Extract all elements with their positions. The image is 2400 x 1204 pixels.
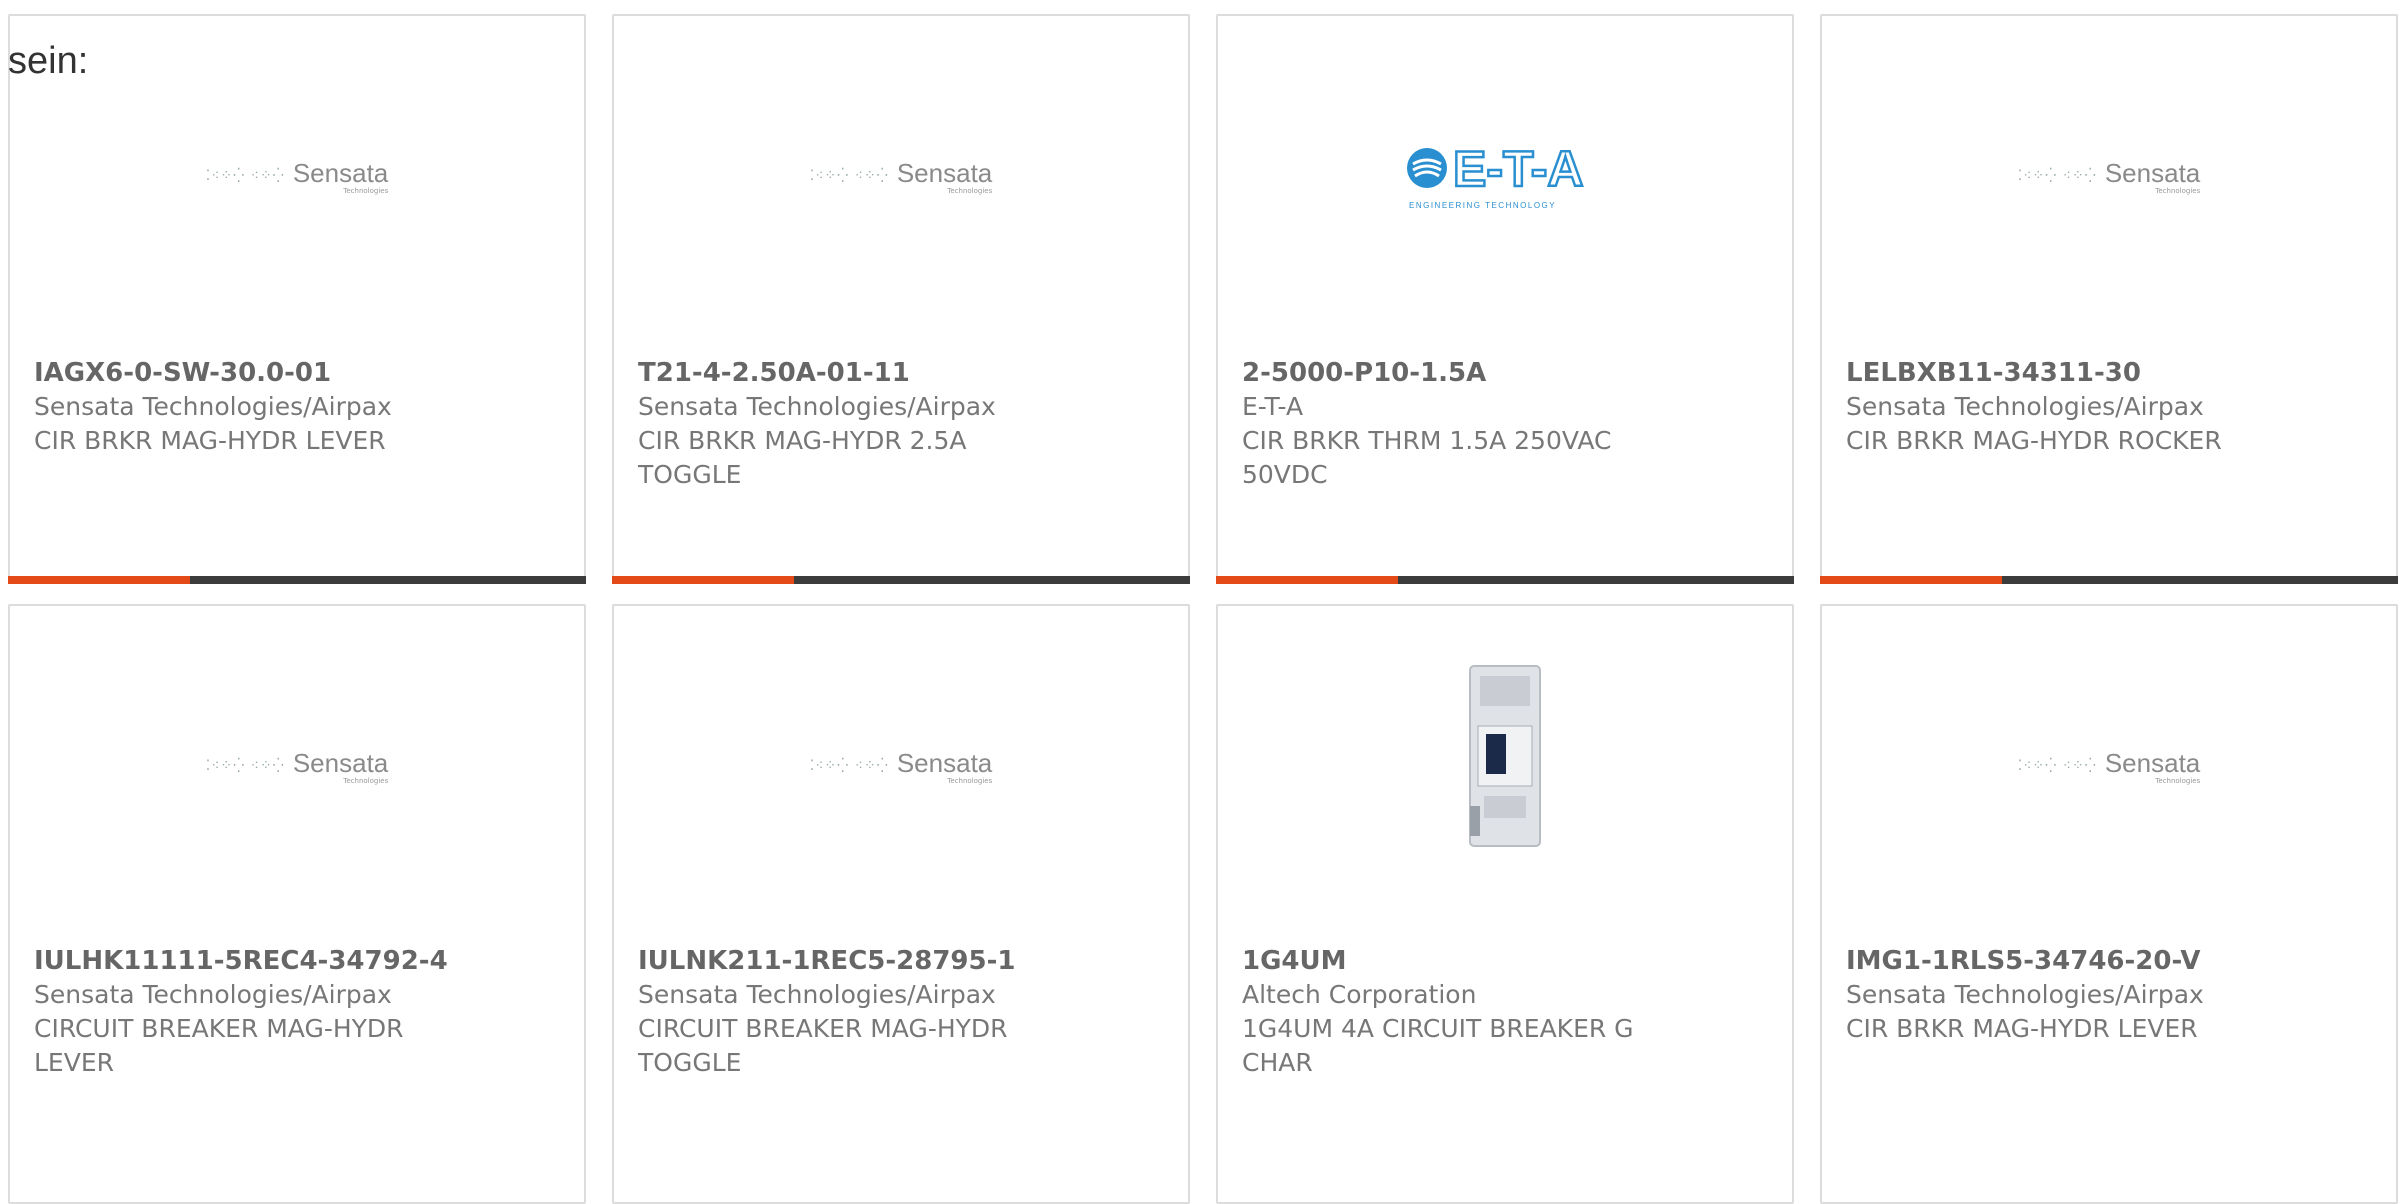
sensata-dots-icon: ⁚⁖⁘⁛ ⁖⁘⁛ [2017,168,2097,184]
part-number[interactable]: 2-5000-P10-1.5A [1242,358,1486,388]
description-line: CIR BRKR THRM 1.5A 250VAC [1242,426,1612,455]
description-line: TOGGLE [638,460,742,489]
description-line: CIR BRKR MAG-HYDR LEVER [1846,1014,2198,1043]
description-line: CHAR [1242,1048,1313,1077]
manufacturer: Altech Corporation [1242,980,1477,1009]
product-card[interactable]: ⁚⁖⁘⁛ ⁖⁘⁛ Sensata Technologies LELBXB11-34… [1820,14,2398,584]
manufacturer: E-T-A [1242,392,1304,421]
product-card[interactable]: ⁚⁖⁘⁛ ⁖⁘⁛ Sensata Technologies IMG1-1RLS5-… [1820,604,2398,1204]
svg-text:E-T-A: E-T-A [1453,141,1584,197]
card-accent-bar [1820,576,2002,584]
sensata-dots-icon: ⁚⁖⁘⁛ ⁖⁘⁛ [205,758,285,774]
card-bottom-bar [1820,576,2398,584]
circuit-breaker-image [1218,606,1792,936]
description-line: CIR BRKR MAG-HYDR LEVER [34,426,386,455]
sensata-logo: ⁚⁖⁘⁛ ⁖⁘⁛ Sensata Technologies [809,157,993,195]
part-number[interactable]: T21-4-2.50A-01-11 [638,358,910,388]
description-line: CIRCUIT BREAKER MAG-HYDR [638,1014,1008,1043]
description-line: 1G4UM 4A CIRCUIT BREAKER G [1242,1014,1634,1043]
manufacturer: Sensata Technologies/Airpax [1846,980,2204,1009]
product-card[interactable]: ⁚⁖⁘⁛ ⁖⁘⁛ Sensata Technologies IAGX6-0-SW-… [8,14,586,584]
description-line: 50VDC [1242,460,1328,489]
part-number[interactable]: LELBXB11-34311-30 [1846,358,2141,388]
eta-logo-icon: E-T-A ENGINEERING TECHNOLOGY [1407,140,1585,210]
sensata-dots-icon: ⁚⁖⁘⁛ ⁖⁘⁛ [2017,758,2097,774]
product-card[interactable]: ⁚⁖⁘⁛ ⁖⁘⁛ Sensata Technologies T21-4-2.50A… [612,14,1190,584]
part-number[interactable]: IAGX6-0-SW-30.0-01 [34,358,331,388]
description-line: LEVER [34,1048,114,1077]
sensata-logo: ⁚⁖⁘⁛ ⁖⁘⁛ Sensata Technologies [2017,747,2201,785]
card-bottom-bar [612,576,1190,584]
svg-text:ENGINEERING TECHNOLOGY: ENGINEERING TECHNOLOGY [1409,201,1556,210]
part-number[interactable]: IULHK11111-5REC4-34792-4 [34,946,448,976]
intro-text: sein: [8,40,89,82]
part-number[interactable]: 1G4UM [1242,946,1347,976]
sensata-dots-icon: ⁚⁖⁘⁛ ⁖⁘⁛ [809,168,889,184]
part-number[interactable]: IULNK211-1REC5-28795-1 [638,946,1016,976]
manufacturer: Sensata Technologies/Airpax [638,980,996,1009]
description-line: CIR BRKR MAG-HYDR ROCKER [1846,426,2222,455]
part-number[interactable]: IMG1-1RLS5-34746-20-V [1846,946,2201,976]
card-accent-bar [612,576,794,584]
product-card[interactable]: E-T-A ENGINEERING TECHNOLOGY 2-5000-P10-… [1216,14,1794,584]
manufacturer: Sensata Technologies/Airpax [638,392,996,421]
sensata-dots-icon: ⁚⁖⁘⁛ ⁖⁘⁛ [809,758,889,774]
card-accent-bar [8,576,190,584]
sensata-logo: ⁚⁖⁘⁛ ⁖⁘⁛ Sensata Technologies [2017,157,2201,195]
product-card[interactable]: ⁚⁖⁘⁛ ⁖⁘⁛ Sensata Technologies IULNK211-1R… [612,604,1190,1204]
card-bottom-bar [8,576,586,584]
sensata-logo: ⁚⁖⁘⁛ ⁖⁘⁛ Sensata Technologies [205,747,389,785]
circuit-breaker-icon [1469,665,1541,847]
description-line: CIR BRKR MAG-HYDR 2.5A [638,426,967,455]
manufacturer: Sensata Technologies/Airpax [34,980,392,1009]
eta-logo: E-T-A ENGINEERING TECHNOLOGY [1218,16,1792,346]
sensata-dots-icon: ⁚⁖⁘⁛ ⁖⁘⁛ [205,168,285,184]
description-line: CIRCUIT BREAKER MAG-HYDR [34,1014,404,1043]
manufacturer: Sensata Technologies/Airpax [34,392,392,421]
product-card[interactable]: 1G4UM Altech Corporation 1G4UM 4A CIRCUI… [1216,604,1794,1204]
card-bottom-bar [1216,576,1794,584]
manufacturer: Sensata Technologies/Airpax [1846,392,2204,421]
sensata-logo: ⁚⁖⁘⁛ ⁖⁘⁛ Sensata Technologies [809,747,993,785]
sensata-logo: ⁚⁖⁘⁛ ⁖⁘⁛ Sensata Technologies [205,157,389,195]
product-card[interactable]: ⁚⁖⁘⁛ ⁖⁘⁛ Sensata Technologies IULHK11111-… [8,604,586,1204]
card-accent-bar [1216,576,1398,584]
description-line: TOGGLE [638,1048,742,1077]
